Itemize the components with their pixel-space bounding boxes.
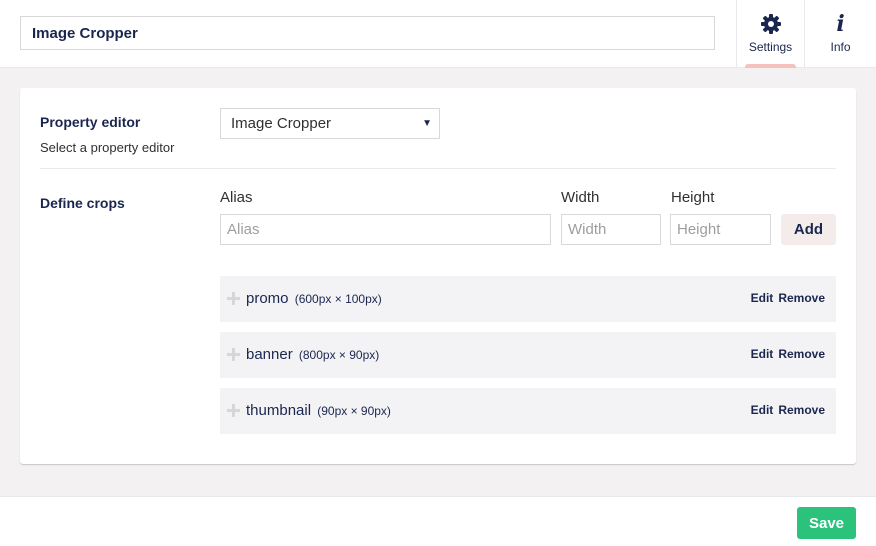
save-button[interactable]: Save: [797, 507, 856, 539]
crop-size: (600px × 100px): [294, 292, 382, 306]
edit-crop-button[interactable]: Edit: [751, 291, 774, 305]
width-input[interactable]: [561, 214, 661, 245]
crop-alias-text: promo: [246, 290, 289, 307]
crop-alias: thumbnail (90px × 90px): [246, 402, 391, 419]
remove-crop-button[interactable]: Remove: [778, 291, 825, 305]
edit-crop-button[interactable]: Edit: [751, 347, 774, 361]
crop-row: thumbnail (90px × 90px) Edit Remove: [220, 388, 836, 434]
crop-alias: promo (600px × 100px): [246, 290, 382, 307]
crop-size: (90px × 90px): [317, 404, 391, 418]
crop-actions: Edit Remove: [751, 347, 825, 361]
drag-handle-icon[interactable]: [227, 348, 240, 361]
datatype-name-input[interactable]: [20, 16, 715, 50]
crop-row: promo (600px × 100px) Edit Remove: [220, 276, 836, 322]
height-input[interactable]: [670, 214, 771, 245]
drag-handle-icon[interactable]: [227, 292, 240, 305]
editor-footer: Save: [0, 496, 876, 546]
editor-header: Settings i Info: [0, 0, 876, 68]
add-crop-button[interactable]: Add: [781, 214, 836, 245]
alias-label: Alias: [220, 189, 253, 206]
crop-actions: Edit Remove: [751, 291, 825, 305]
remove-crop-button[interactable]: Remove: [778, 347, 825, 361]
property-editor-title: Property editor: [40, 114, 141, 130]
define-crops-title: Define crops: [40, 195, 125, 211]
remove-crop-button[interactable]: Remove: [778, 403, 825, 417]
section-divider: [40, 168, 836, 169]
info-icon: i: [836, 11, 845, 37]
width-label: Width: [561, 189, 600, 206]
crop-alias-text: banner: [246, 346, 293, 363]
active-tab-indicator: [745, 64, 796, 68]
crop-alias-text: thumbnail: [246, 402, 312, 419]
settings-card: Property editor Select a property editor…: [20, 88, 856, 464]
info-app-button[interactable]: i Info: [804, 0, 876, 68]
settings-app-label: Settings: [748, 40, 793, 54]
gear-icon: [737, 12, 804, 36]
height-label: Height: [671, 189, 715, 206]
settings-app-button[interactable]: Settings: [736, 0, 804, 68]
crop-actions: Edit Remove: [751, 403, 825, 417]
property-editor-select[interactable]: Image Cropper ▼: [220, 108, 440, 139]
edit-crop-button[interactable]: Edit: [751, 403, 774, 417]
caret-down-icon: ▼: [422, 118, 432, 129]
crop-alias: banner (800px × 90px): [246, 346, 379, 363]
property-editor-selected-value: Image Cropper: [231, 115, 332, 132]
info-app-label: Info: [830, 40, 851, 54]
drag-handle-icon[interactable]: [227, 404, 240, 417]
property-editor-description: Select a property editor: [40, 140, 175, 155]
alias-input[interactable]: [220, 214, 551, 245]
crop-size: (800px × 90px): [298, 348, 380, 362]
crop-row: banner (800px × 90px) Edit Remove: [220, 332, 836, 378]
